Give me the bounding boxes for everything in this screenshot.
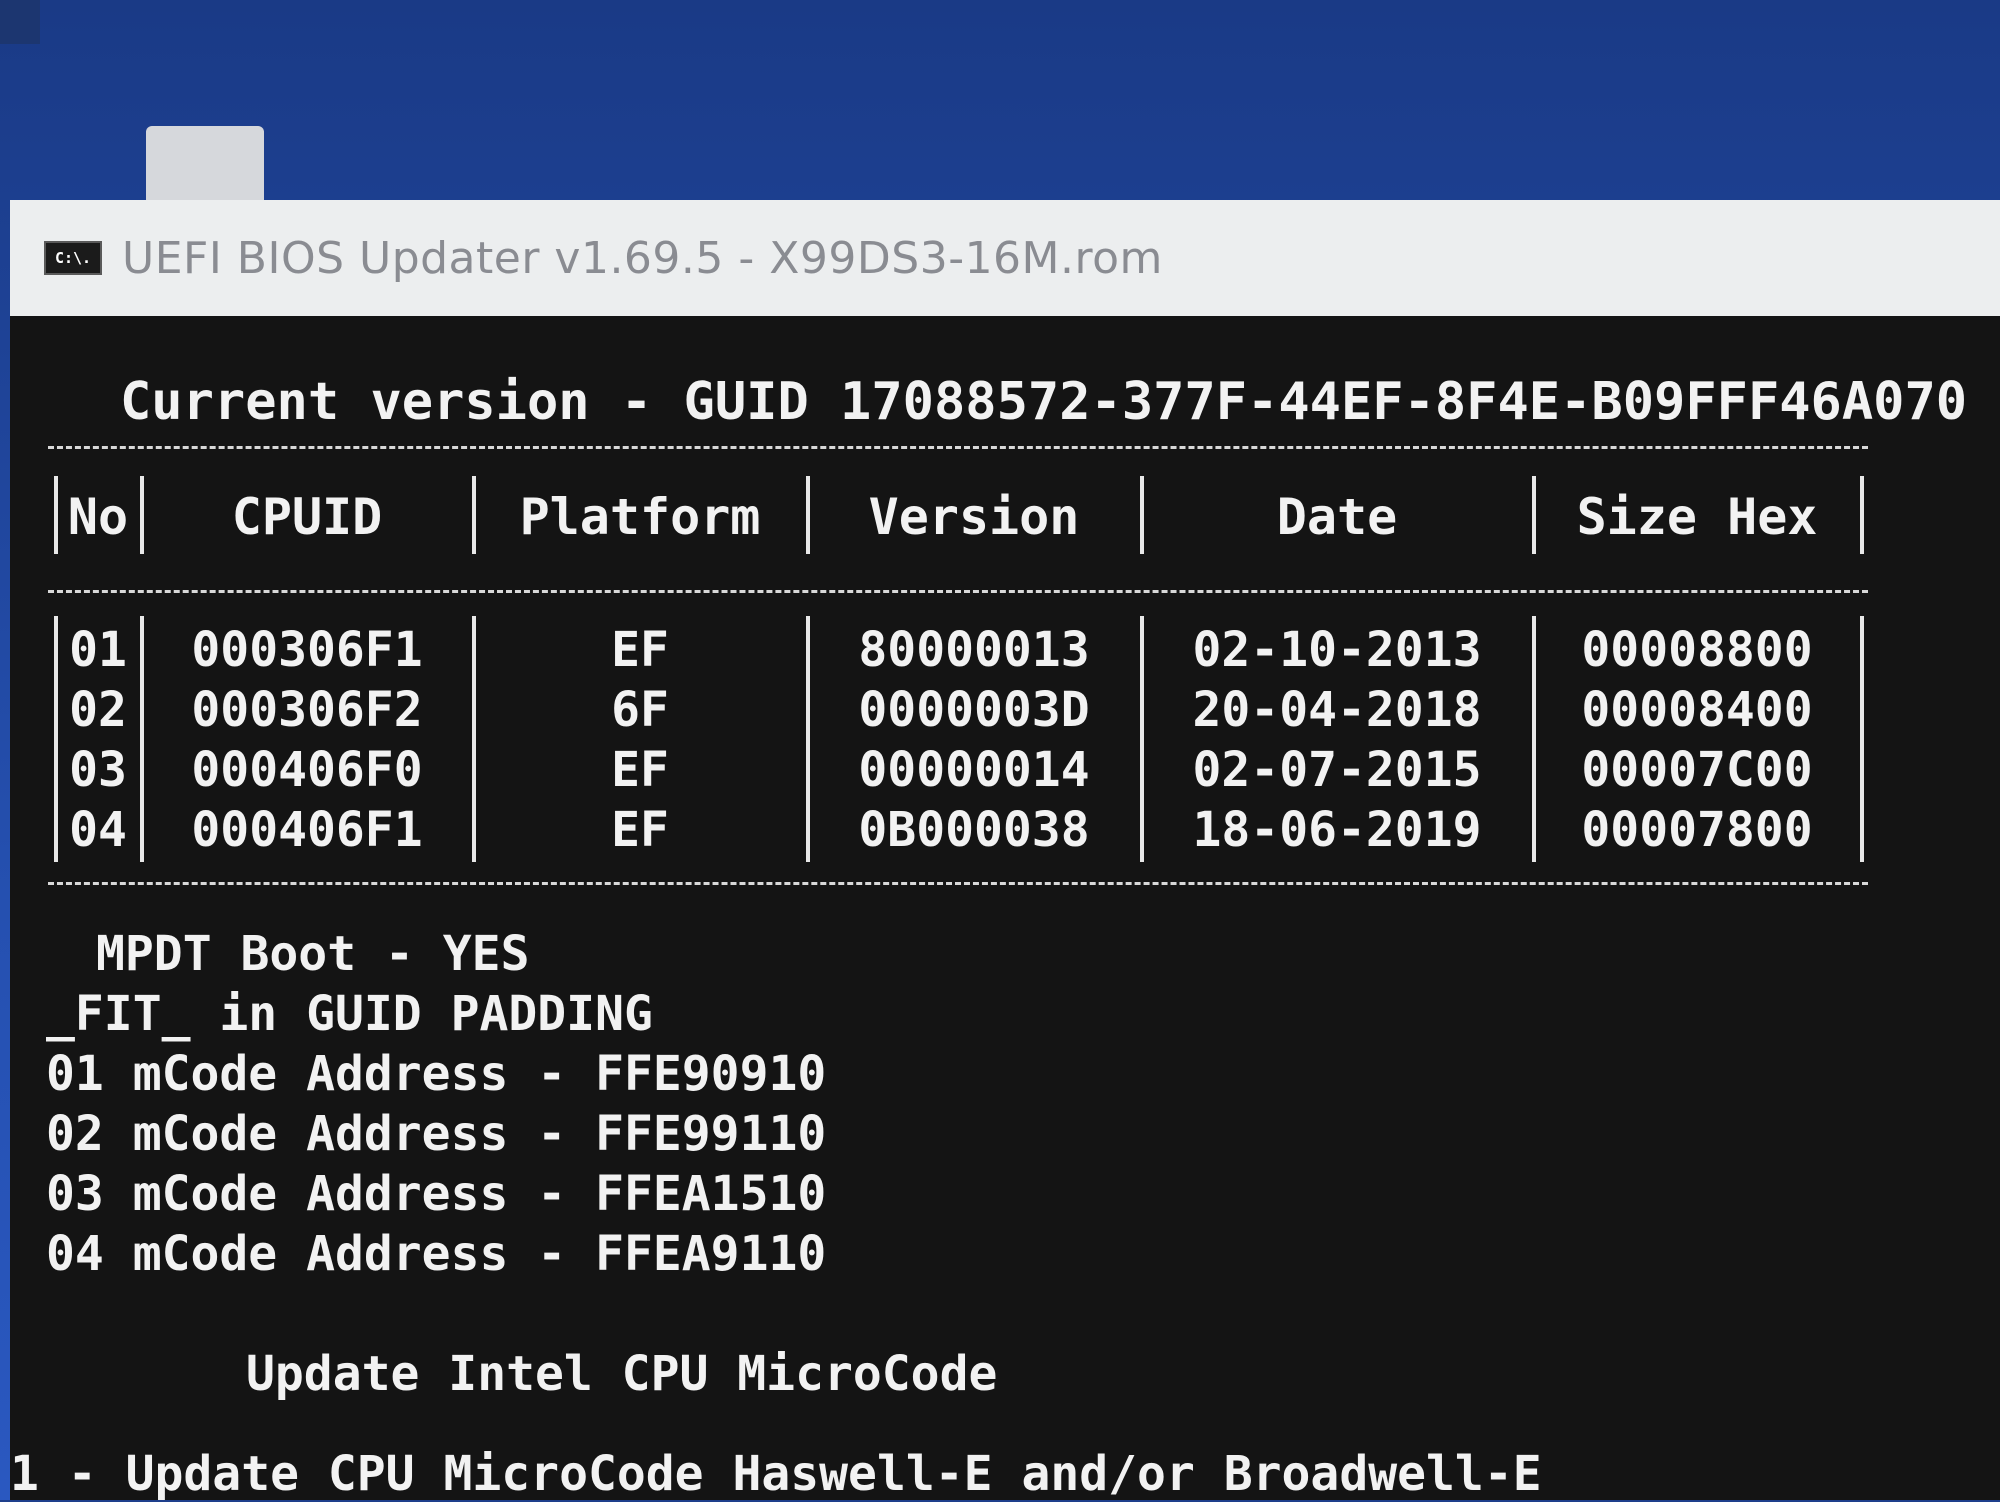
mcode-address-line: 01 mCode Address - FFE90910 [46, 1046, 827, 1102]
window-title: UEFI BIOS Updater v1.69.5 - X99DS3-16M.r… [122, 232, 1163, 284]
menu-option-1[interactable]: 1 - Update CPU MicroCode Haswell-E and/o… [10, 1446, 1542, 1502]
cell-no: 04 [69, 802, 127, 858]
mcode-address-line: 04 mCode Address - FFEA9110 [46, 1226, 827, 1282]
cell-version: 0B000038 [858, 802, 1090, 858]
mcode-address-line: 02 mCode Address - FFE99110 [46, 1106, 827, 1162]
cell-version: 80000013 [858, 622, 1090, 678]
table-top-border [48, 446, 1868, 449]
cell-cpuid: 000306F1 [191, 622, 423, 678]
table-separator [1860, 476, 1864, 554]
table-bottom-border [48, 882, 1868, 885]
header-platform: Platform [519, 488, 761, 546]
cell-platform: EF [611, 742, 669, 798]
current-version-line: Current version - GUID 17088572-377F-44E… [120, 372, 1968, 432]
cell-no: 02 [69, 682, 127, 738]
fit-line: _FIT_ in GUID PADDING [46, 986, 653, 1042]
header-cpuid: CPUID [231, 488, 383, 546]
cell-platform: EF [611, 622, 669, 678]
header-date: Date [1276, 488, 1398, 546]
cell-date: 20-04-2018 [1192, 682, 1482, 738]
cell-version: 00000014 [858, 742, 1090, 798]
desktop-window-sliver [0, 0, 40, 44]
cell-no: 03 [69, 742, 127, 798]
mcode-address-line: 03 mCode Address - FFEA1510 [46, 1166, 827, 1222]
cell-platform: EF [611, 802, 669, 858]
window-titlebar[interactable]: C:\. UEFI BIOS Updater v1.69.5 - X99DS3-… [10, 200, 2000, 316]
mpdt-boot-line: MPDT Boot - YES [96, 926, 530, 982]
header-version: Version [868, 488, 1080, 546]
cell-cpuid: 000306F2 [191, 682, 423, 738]
cell-size-hex: 00007C00 [1581, 742, 1813, 798]
cell-date: 02-10-2013 [1192, 622, 1482, 678]
cell-size-hex: 00008400 [1581, 682, 1813, 738]
header-size-hex: Size Hex [1576, 488, 1818, 546]
cell-cpuid: 000406F0 [191, 742, 423, 798]
cell-platform: 6F [611, 682, 669, 738]
cell-date: 18-06-2019 [1192, 802, 1482, 858]
cell-date: 02-07-2015 [1192, 742, 1482, 798]
cmd-icon: C:\. [44, 241, 102, 275]
cell-size-hex: 00008800 [1581, 622, 1813, 678]
cell-cpuid: 000406F1 [191, 802, 423, 858]
header-no: No [67, 488, 129, 546]
cell-size-hex: 00007800 [1581, 802, 1813, 858]
console-output: Current version - GUID 17088572-377F-44E… [10, 316, 2000, 1502]
section-title: Update Intel CPU MicroCode [246, 1346, 998, 1402]
cell-no: 01 [69, 622, 127, 678]
cell-version: 0000003D [858, 682, 1090, 738]
table-separator [1860, 616, 1864, 862]
table-header-border [48, 590, 1868, 593]
console-window[interactable]: C:\. UEFI BIOS Updater v1.69.5 - X99DS3-… [10, 200, 2000, 1502]
